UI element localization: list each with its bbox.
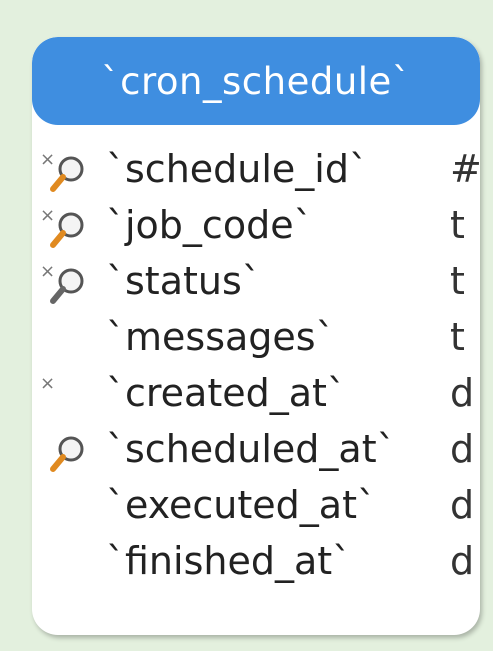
gray-magnifier-icon [50, 268, 84, 304]
field-type: d [450, 427, 475, 471]
field-type: d [450, 539, 475, 583]
field-name: `finished_at` [106, 539, 352, 583]
field-type: t [450, 259, 465, 303]
field-name: `status` [106, 259, 261, 303]
field-row[interactable]: `executed_at` d [32, 481, 480, 537]
field-row[interactable]: `scheduled_at` d [32, 425, 480, 481]
field-type: d [450, 483, 475, 527]
field-name: `executed_at` [106, 483, 376, 527]
field-name: `scheduled_at` [106, 427, 396, 471]
diagram-canvas: `cron_schedule` × `schedule_id` # × `job… [0, 0, 493, 651]
field-row[interactable]: `finished_at` d [32, 537, 480, 593]
field-row[interactable]: × `status` t [32, 257, 480, 313]
field-name: `messages` [106, 315, 335, 359]
field-type: t [450, 315, 465, 359]
field-name: `schedule_id` [106, 147, 368, 191]
orange-magnifier-icon [50, 212, 84, 248]
field-name: `job_code` [106, 203, 313, 247]
table-title[interactable]: `cron_schedule` [32, 37, 480, 125]
field-row[interactable]: × `created_at` d [32, 369, 480, 425]
orange-magnifier-icon [50, 436, 84, 472]
orange-magnifier-icon [50, 156, 84, 192]
field-type: # [450, 147, 480, 191]
field-type: d [450, 371, 475, 415]
table-entity-cron-schedule[interactable]: `cron_schedule` × `schedule_id` # × `job… [32, 37, 480, 635]
field-type: t [450, 203, 465, 247]
nullable-marker: × [40, 373, 56, 394]
field-row[interactable]: × `schedule_id` # [32, 145, 480, 201]
field-name: `created_at` [106, 371, 346, 415]
field-row[interactable]: `messages` t [32, 313, 480, 369]
field-row[interactable]: × `job_code` t [32, 201, 480, 257]
field-list: × `schedule_id` # × `job_code` t × `stat… [32, 145, 480, 593]
